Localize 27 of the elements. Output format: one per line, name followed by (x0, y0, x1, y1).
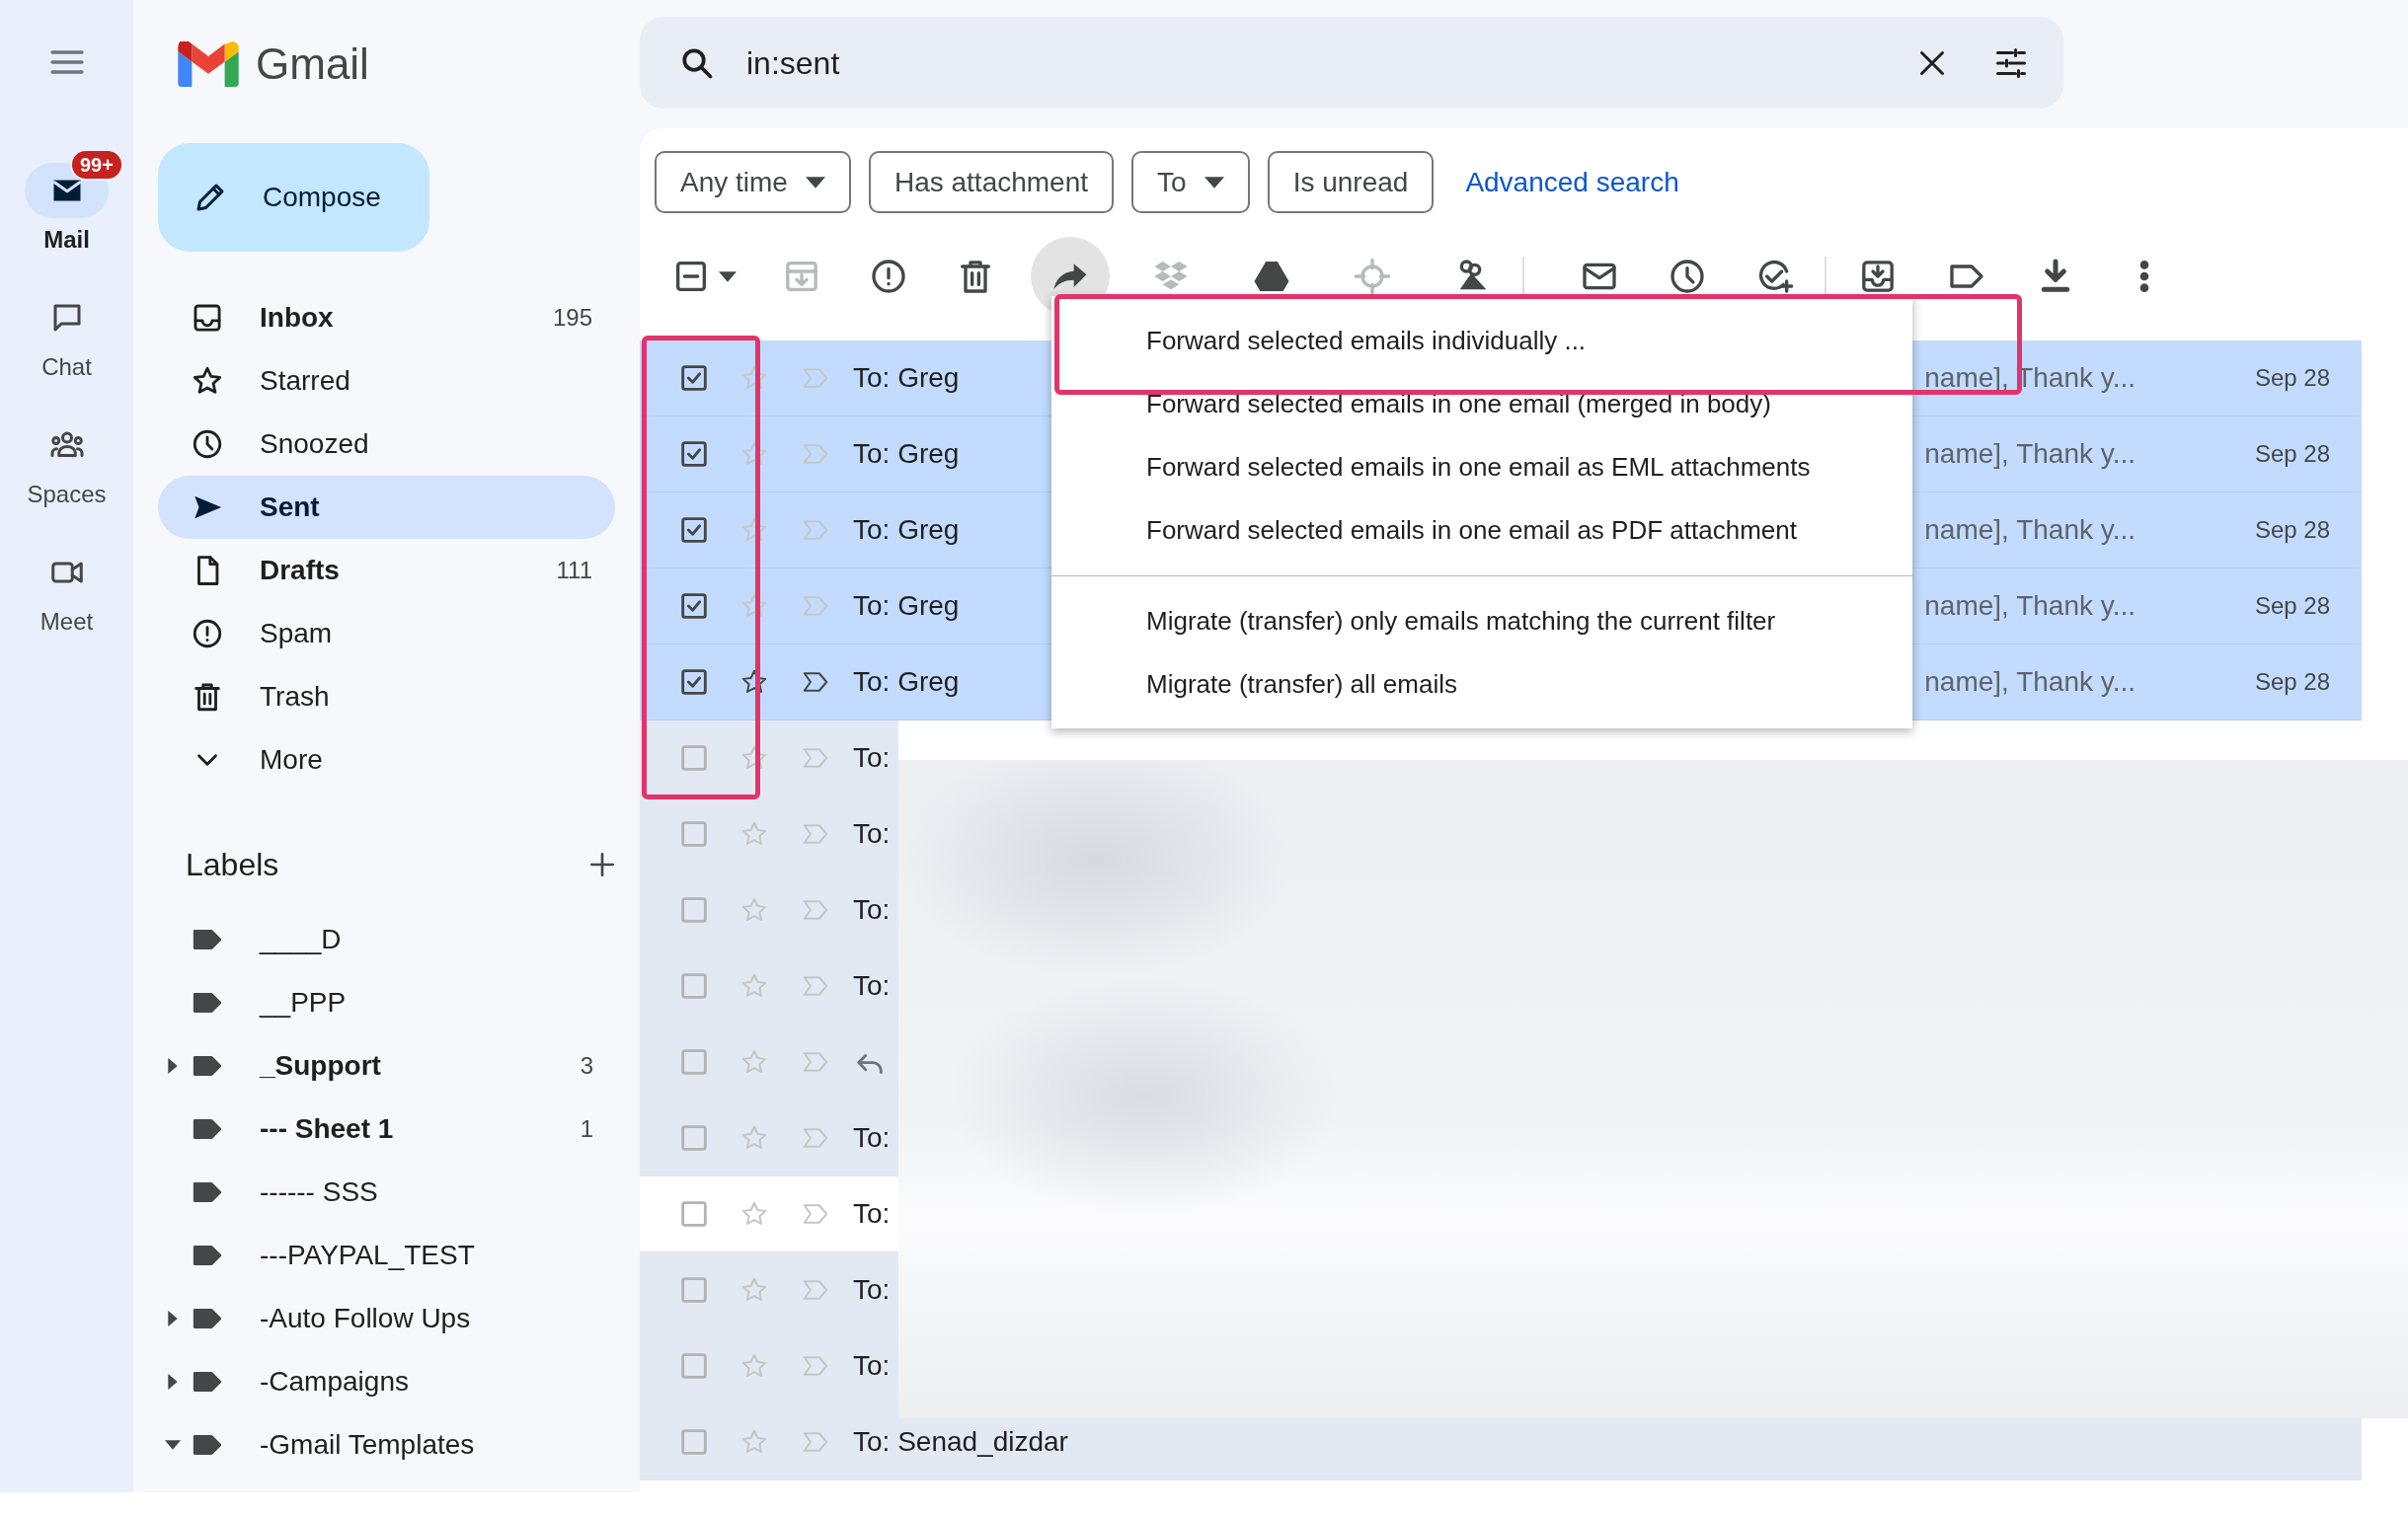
app-name: Gmail (256, 38, 369, 90)
unread-count-badge: 99+ (70, 149, 123, 181)
recipient-text: To: Greg (853, 361, 960, 395)
recipient-text: To: (853, 817, 891, 851)
recipient-text: To: Greg (853, 589, 960, 623)
labels-heading: Labels (186, 846, 279, 884)
recipient-text: To: (853, 1349, 891, 1383)
recipient-text: To: Greg (853, 665, 960, 699)
recipient-text: To: (853, 1273, 891, 1307)
snippet-text: name], Thank y... (1924, 361, 2136, 395)
date-text: Sep 28 (2253, 439, 2331, 469)
snippet-text: name], Thank y... (1924, 437, 2136, 471)
date-text: Sep 28 (2253, 363, 2331, 393)
recipient-text: To: Senad_dizdar (853, 1425, 1068, 1459)
snippet-text: name], Thank y... (1924, 589, 2136, 623)
snippet-text: name], Thank y... (1924, 513, 2136, 547)
recipient-text: To: (853, 1121, 891, 1155)
recipient-text: To: (853, 741, 891, 775)
date-text: Sep 28 (2253, 591, 2331, 621)
recipient-text: To: Greg (853, 513, 960, 547)
recipient-text: To: (853, 893, 891, 927)
date-text: Sep 28 (2253, 667, 2331, 697)
recipient-text: To: (853, 1197, 891, 1231)
snippet-text: name], Thank y... (1924, 665, 2136, 699)
recipient-text: To: (853, 969, 891, 1003)
recipient-text: To: Greg (853, 437, 960, 471)
date-text: Sep 28 (2253, 515, 2331, 545)
